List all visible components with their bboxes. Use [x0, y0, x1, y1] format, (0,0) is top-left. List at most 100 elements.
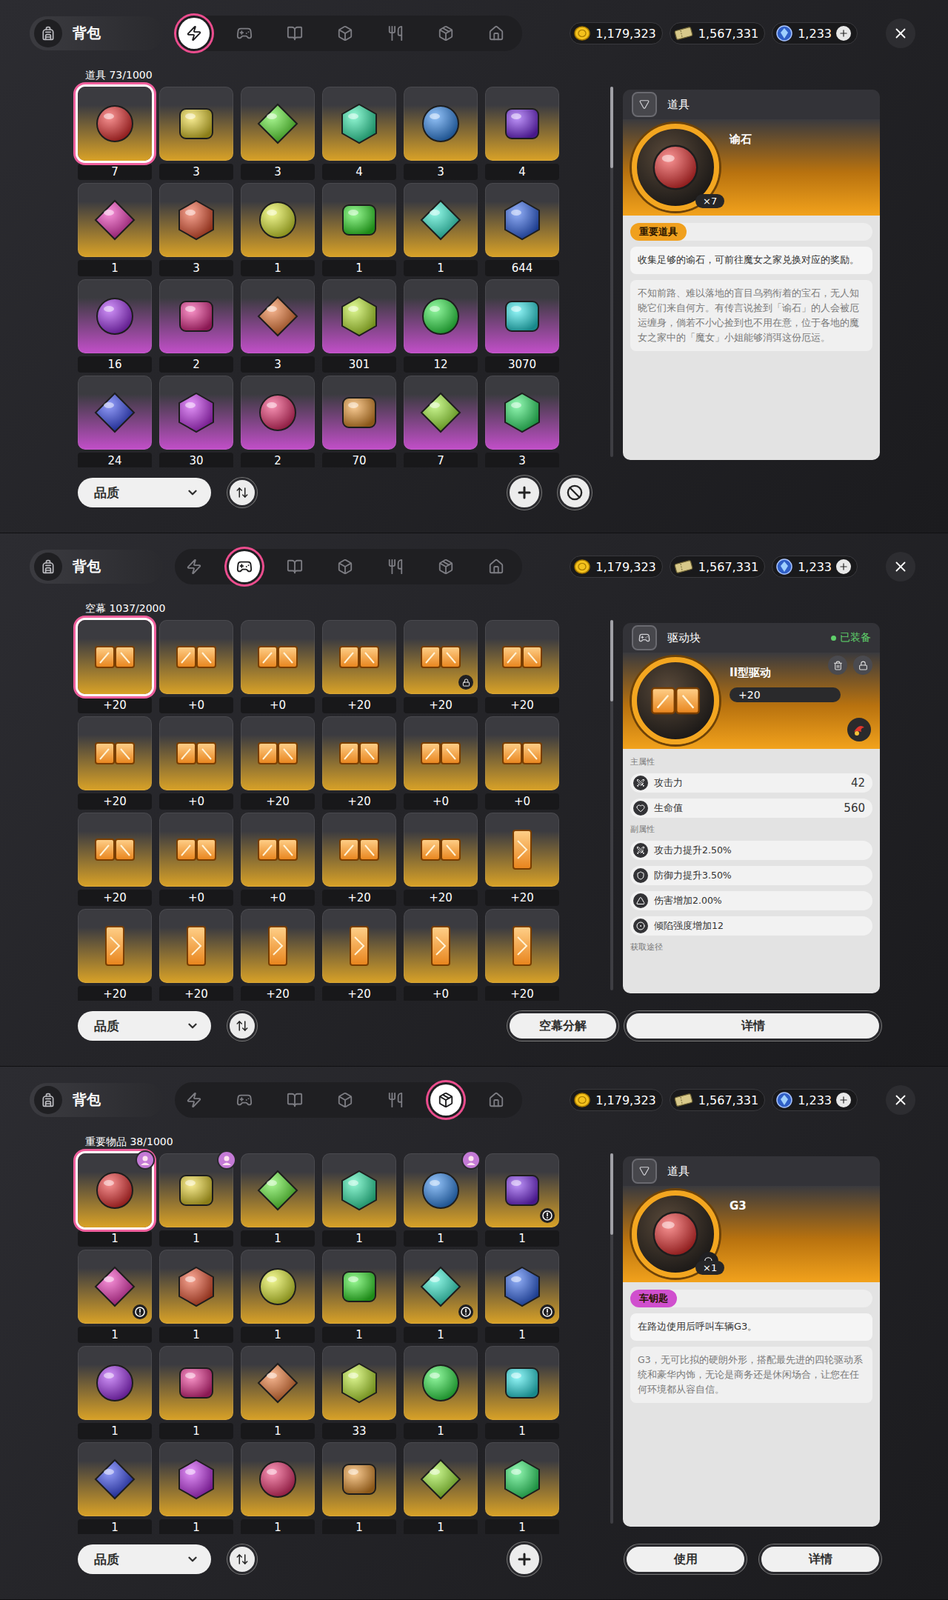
inventory-slot[interactable]: 1	[322, 1441, 397, 1534]
scrollbar[interactable]	[610, 619, 614, 991]
inventory-slot[interactable]: +20	[403, 619, 478, 714]
item-card[interactable]	[240, 375, 315, 450]
item-card[interactable]	[159, 1345, 234, 1420]
category-tab[interactable]	[329, 551, 361, 583]
inventory-slot[interactable]: 24	[77, 375, 152, 468]
category-tab[interactable]	[430, 17, 462, 49]
quality-dropdown[interactable]: 品质	[77, 477, 212, 508]
item-card[interactable]	[240, 1249, 315, 1324]
item-card[interactable]	[485, 619, 560, 694]
category-tab[interactable]	[480, 1084, 512, 1116]
inventory-slot[interactable]: +20	[240, 716, 315, 810]
category-tab[interactable]	[178, 17, 210, 49]
inventory-slot[interactable]: 2	[240, 375, 315, 468]
inventory-slot[interactable]: 1	[240, 1153, 315, 1247]
inventory-slot[interactable]: 1	[240, 1345, 315, 1440]
category-tab[interactable]	[379, 17, 412, 49]
category-tab[interactable]	[480, 551, 512, 583]
inventory-slot[interactable]: 16	[77, 279, 152, 373]
item-card[interactable]	[403, 279, 478, 354]
category-tab[interactable]	[228, 17, 260, 49]
item-card[interactable]	[240, 619, 315, 694]
category-tab[interactable]	[178, 551, 210, 583]
item-card[interactable]	[159, 86, 234, 161]
item-card[interactable]	[322, 279, 397, 354]
item-card[interactable]	[403, 1153, 478, 1228]
inventory-slot[interactable]: +0	[240, 619, 315, 714]
inventory-slot[interactable]: 1	[77, 1345, 152, 1440]
item-card[interactable]	[240, 1345, 315, 1420]
inventory-slot[interactable]: 1	[403, 1441, 478, 1534]
item-card[interactable]	[159, 1441, 234, 1517]
inventory-slot[interactable]: +0	[240, 812, 315, 906]
category-tab[interactable]	[228, 1084, 260, 1116]
inventory-slot[interactable]: 1	[322, 182, 397, 277]
scroll-thumb[interactable]	[610, 86, 614, 169]
inventory-slot[interactable]: +20	[159, 908, 234, 1001]
inventory-slot[interactable]: 1	[77, 1441, 152, 1534]
item-card[interactable]	[77, 182, 152, 257]
item-card[interactable]	[240, 86, 315, 161]
item-card[interactable]	[240, 279, 315, 354]
item-card[interactable]	[485, 375, 560, 450]
category-tab[interactable]	[279, 17, 311, 49]
category-tab[interactable]	[228, 551, 260, 583]
inventory-slot[interactable]: 1	[485, 1153, 560, 1247]
add-button[interactable]	[507, 1541, 542, 1577]
inventory-slot[interactable]: 301	[322, 279, 397, 373]
inventory-slot[interactable]: 7	[403, 375, 478, 468]
scroll-thumb[interactable]	[610, 619, 614, 702]
add-currency-button[interactable]	[836, 25, 851, 41]
item-card[interactable]	[322, 1249, 397, 1324]
item-card[interactable]	[403, 375, 478, 450]
inventory-slot[interactable]: 70	[322, 375, 397, 468]
item-card[interactable]	[403, 619, 478, 694]
inventory-slot[interactable]: +0	[159, 619, 234, 714]
inventory-slot[interactable]: +20	[240, 908, 315, 1001]
item-card[interactable]	[485, 812, 560, 887]
inventory-slot[interactable]: 12	[403, 279, 478, 373]
category-tab[interactable]	[279, 551, 311, 583]
inventory-slot[interactable]: 30	[159, 375, 234, 468]
scroll-thumb[interactable]	[610, 1153, 614, 1235]
item-card[interactable]	[485, 279, 560, 354]
inventory-slot[interactable]: 1	[403, 1345, 478, 1440]
item-card[interactable]	[485, 1153, 560, 1228]
item-card[interactable]	[159, 908, 234, 983]
inventory-slot[interactable]: 3	[240, 279, 315, 373]
item-card[interactable]	[322, 1153, 397, 1228]
inventory-slot[interactable]: 1	[77, 182, 152, 277]
inventory-slot[interactable]: 3	[403, 86, 478, 180]
inventory-slot[interactable]: +20	[77, 716, 152, 810]
quality-dropdown[interactable]: 品质	[77, 1010, 212, 1041]
category-tab[interactable]	[430, 551, 462, 583]
close-button[interactable]	[885, 1085, 916, 1115]
inventory-slot[interactable]: 1	[159, 1153, 234, 1247]
inventory-slot[interactable]: 4	[485, 86, 560, 180]
inventory-slot[interactable]: 4	[322, 86, 397, 180]
inventory-slot[interactable]: +20	[485, 812, 560, 906]
action-button[interactable]: 详情	[624, 1010, 882, 1041]
inventory-slot[interactable]: +0	[159, 812, 234, 906]
inventory-slot[interactable]: +20	[77, 908, 152, 1001]
inventory-slot[interactable]: 1	[240, 182, 315, 277]
item-card[interactable]	[240, 1441, 315, 1517]
item-card[interactable]	[322, 908, 397, 983]
item-card[interactable]	[77, 1249, 152, 1324]
item-card[interactable]	[159, 716, 234, 791]
item-card[interactable]	[322, 812, 397, 887]
inventory-slot[interactable]: 1	[240, 1441, 315, 1534]
item-card[interactable]	[403, 182, 478, 257]
close-button[interactable]	[885, 551, 916, 582]
item-card[interactable]	[403, 1345, 478, 1420]
item-card[interactable]	[77, 812, 152, 887]
category-tab[interactable]	[329, 1084, 361, 1116]
item-card[interactable]	[403, 812, 478, 887]
sort-button[interactable]	[227, 1544, 257, 1574]
item-card[interactable]	[240, 716, 315, 791]
inventory-slot[interactable]: +20	[322, 908, 397, 1001]
item-card[interactable]	[77, 86, 152, 161]
item-card[interactable]	[485, 1441, 560, 1517]
item-card[interactable]	[159, 1153, 234, 1228]
item-card[interactable]	[403, 716, 478, 791]
